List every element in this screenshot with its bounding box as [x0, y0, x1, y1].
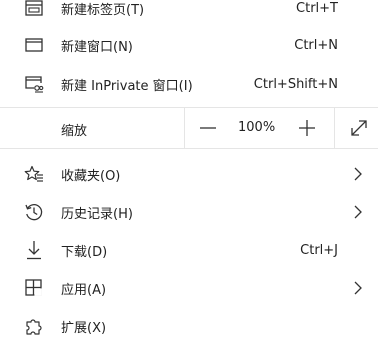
- menu-item-shortcut: Ctrl+J: [300, 242, 338, 258]
- new-tab-icon: [23, 0, 45, 19]
- chevron-right-icon: [352, 166, 364, 182]
- history-icon: [23, 201, 45, 223]
- menu-item-shortcut: Ctrl+N: [294, 37, 338, 53]
- menu-item-label: 历史记录(H): [61, 206, 133, 222]
- fullscreen-button[interactable]: [346, 116, 372, 140]
- inprivate-window-icon: [23, 73, 45, 95]
- zoom-row: 缩放 100%: [0, 108, 378, 148]
- zoom-level: 100%: [238, 120, 276, 135]
- expand-icon: [351, 120, 367, 136]
- minus-icon: [200, 127, 216, 129]
- menu-item-new-tab[interactable]: 新建标签页(T) Ctrl+T: [0, 0, 378, 26]
- zoom-separator: [184, 108, 185, 148]
- menu-item-label: 扩展(X): [61, 320, 107, 336]
- menu-divider: [0, 148, 378, 149]
- chevron-right-icon: [352, 280, 364, 296]
- menu-item-label: 下载(D): [61, 244, 108, 260]
- menu-item-shortcut: Ctrl+Shift+N: [253, 76, 338, 92]
- menu-item-apps[interactable]: 应用(A): [0, 270, 378, 306]
- menu-item-new-window[interactable]: 新建窗口(N) Ctrl+N: [0, 27, 378, 63]
- zoom-out-button[interactable]: [195, 116, 221, 140]
- menu-item-downloads[interactable]: 下载(D) Ctrl+J: [0, 232, 378, 268]
- chevron-right-icon: [352, 204, 364, 220]
- menu-item-label: 应用(A): [61, 282, 107, 298]
- menu-item-history[interactable]: 历史记录(H): [0, 194, 378, 230]
- menu-item-label: 新建标签页(T): [61, 2, 145, 18]
- menu-item-label: 新建 InPrivate 窗口(I): [61, 78, 193, 94]
- menu-item-new-inprivate-window[interactable]: 新建 InPrivate 窗口(I) Ctrl+Shift+N: [0, 66, 378, 102]
- menu-item-label: 新建窗口(N): [61, 39, 133, 55]
- menu-item-shortcut: Ctrl+T: [296, 0, 338, 16]
- zoom-label: 缩放: [61, 124, 88, 139]
- plus-icon: [299, 120, 315, 136]
- menu-item-label: 收藏夹(O): [61, 168, 121, 184]
- browser-settings-menu: 新建标签页(T) Ctrl+T 新建窗口(N) Ctrl+N 新建 InPriv…: [0, 0, 378, 339]
- extensions-icon: [23, 315, 45, 337]
- favorites-icon: [23, 163, 45, 185]
- download-icon: [23, 239, 45, 261]
- new-window-icon: [23, 34, 45, 56]
- menu-item-extensions[interactable]: 扩展(X): [0, 308, 378, 339]
- apps-icon: [23, 277, 45, 299]
- menu-item-favorites[interactable]: 收藏夹(O): [0, 156, 378, 192]
- zoom-in-button[interactable]: [294, 116, 320, 140]
- zoom-separator: [334, 108, 335, 148]
